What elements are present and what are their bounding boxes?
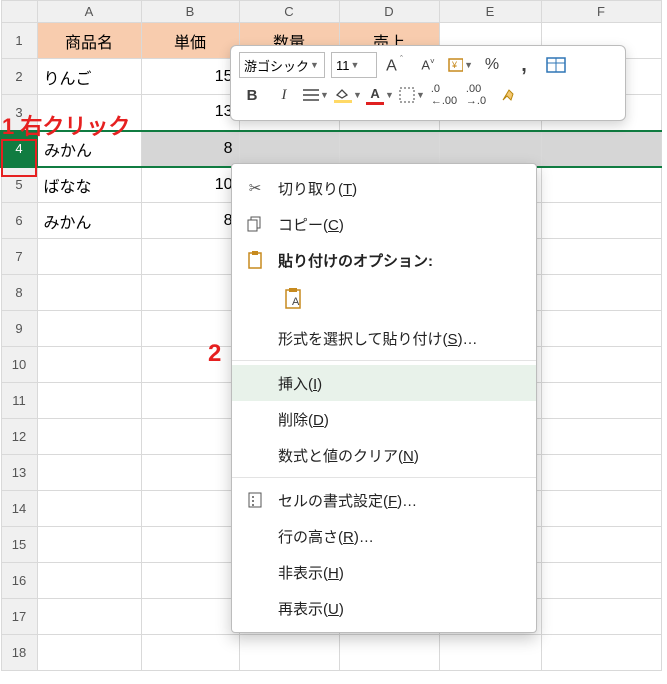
row-header-16[interactable]: 16 [1,563,37,599]
row-header-15[interactable]: 15 [1,527,37,563]
row-header-17[interactable]: 17 [1,599,37,635]
col-header-B[interactable]: B [141,1,239,23]
border-icon [399,87,415,103]
font-family-select[interactable]: 游ゴシック▼ [239,52,325,78]
row-header-12[interactable]: 12 [1,419,37,455]
cell-A3[interactable] [37,95,141,131]
comma-format-button[interactable]: , [511,52,537,78]
ctx-row-height[interactable]: 行の高さ(R)… [232,518,536,554]
ctx-copy[interactable]: コピー(C) [232,206,536,242]
row-header-11[interactable]: 11 [1,383,37,419]
align-icon [303,88,319,102]
ctx-insert[interactable]: 挿入(I) [232,365,536,401]
row-header-6[interactable]: 6 [1,203,37,239]
ctx-separator [232,477,536,478]
cell-A1[interactable]: 商品名 [37,23,141,59]
svg-text:¥: ¥ [451,60,458,70]
row-header-4[interactable]: 4 [1,131,37,167]
fill-color-button[interactable]: ▼ [335,82,361,108]
bold-button[interactable]: B [239,82,265,108]
cell-A5[interactable]: ばなな [37,167,141,203]
cell-E4[interactable] [439,131,541,167]
row-header-10[interactable]: 10 [1,347,37,383]
currency-icon: ¥ [447,56,463,74]
clipboard-paste-icon: A [284,287,306,311]
cell-B1[interactable]: 単価 [141,23,239,59]
svg-text:A: A [292,296,300,308]
ctx-paste-special[interactable]: 形式を選択して貼り付け(S)… [232,320,536,356]
ctx-paste-default[interactable]: A [278,282,312,316]
ctx-hide[interactable]: 非表示(H) [232,554,536,590]
cell-F5[interactable] [541,167,661,203]
chevron-down-icon: ▼ [310,60,319,70]
increase-font-button[interactable]: A＾ [383,52,409,78]
cell-B3[interactable]: 13 [141,95,239,131]
cell-A2[interactable]: りんご [37,59,141,95]
ctx-cut[interactable]: ✂ 切り取り(T) [232,170,536,206]
row-header-2[interactable]: 2 [1,59,37,95]
col-header-D[interactable]: D [339,1,439,23]
col-header-C[interactable]: C [239,1,339,23]
row-header-1[interactable]: 1 [1,23,37,59]
conditional-format-button[interactable] [543,52,569,78]
mini-toolbar: 游ゴシック▼ 11▼ A＾ A˅ ¥▼ % , B I ▼ ▼ A▼ ▼ .0←… [230,45,626,121]
font-color-button[interactable]: A▼ [367,82,393,108]
decrease-decimal-button[interactable]: .00→.0 [463,82,489,108]
cell-F6[interactable] [541,203,661,239]
percent-format-button[interactable]: % [479,52,505,78]
format-painter-button[interactable] [495,82,521,108]
row-header-14[interactable]: 14 [1,491,37,527]
font-color-icon: A [366,86,384,105]
col-header-F[interactable]: F [541,1,661,23]
context-menu: ✂ 切り取り(T) コピー(C) 貼り付けのオプション: A 形式を選択して貼り… [231,163,537,633]
cell-A4[interactable]: みかん [37,131,141,167]
borders-button[interactable]: ▼ [399,82,425,108]
row-header-7[interactable]: 7 [1,239,37,275]
cell-B4[interactable]: 8 [141,131,239,167]
copy-icon [244,213,266,235]
cell-C4[interactable] [239,131,339,167]
row-header-8[interactable]: 8 [1,275,37,311]
row-header-9[interactable]: 9 [1,311,37,347]
cell-B2[interactable]: 15 [141,59,239,95]
select-all-corner[interactable] [1,1,37,23]
table-format-icon [546,57,566,73]
ctx-clear[interactable]: 数式と値のクリア(N) [232,437,536,473]
chevron-down-icon: ▼ [351,60,360,70]
scissors-icon: ✂ [244,177,266,199]
clipboard-icon [244,249,266,271]
cell-D4[interactable] [339,131,439,167]
increase-decimal-button[interactable]: .0←.00 [431,82,457,108]
cell-F4[interactable] [541,131,661,167]
cell-B6[interactable]: 8 [141,203,239,239]
cell-B5[interactable]: 10 [141,167,239,203]
format-cells-icon [244,489,266,511]
paintbrush-icon [499,86,517,104]
row-header-3[interactable]: 3 [1,95,37,131]
align-button[interactable]: ▼ [303,82,329,108]
cell-A6[interactable]: みかん [37,203,141,239]
ctx-delete[interactable]: 削除(D) [232,401,536,437]
column-header-row: A B C D E F [1,1,661,23]
row-4-selected[interactable]: 4 みかん 8 [1,131,661,167]
ctx-format-cells[interactable]: セルの書式設定(F)… [232,482,536,518]
row-header-5[interactable]: 5 [1,167,37,203]
font-size-select[interactable]: 11▼ [331,52,377,78]
col-header-A[interactable]: A [37,1,141,23]
ctx-separator [232,360,536,361]
italic-button[interactable]: I [271,82,297,108]
decrease-font-button[interactable]: A˅ [415,52,441,78]
ctx-paste-options-header: 貼り付けのオプション: [232,242,536,278]
accounting-format-button[interactable]: ¥▼ [447,52,473,78]
row-header-13[interactable]: 13 [1,455,37,491]
col-header-E[interactable]: E [439,1,541,23]
paint-bucket-icon [334,87,352,103]
row-header-18[interactable]: 18 [1,635,37,671]
ctx-unhide[interactable]: 再表示(U) [232,590,536,626]
